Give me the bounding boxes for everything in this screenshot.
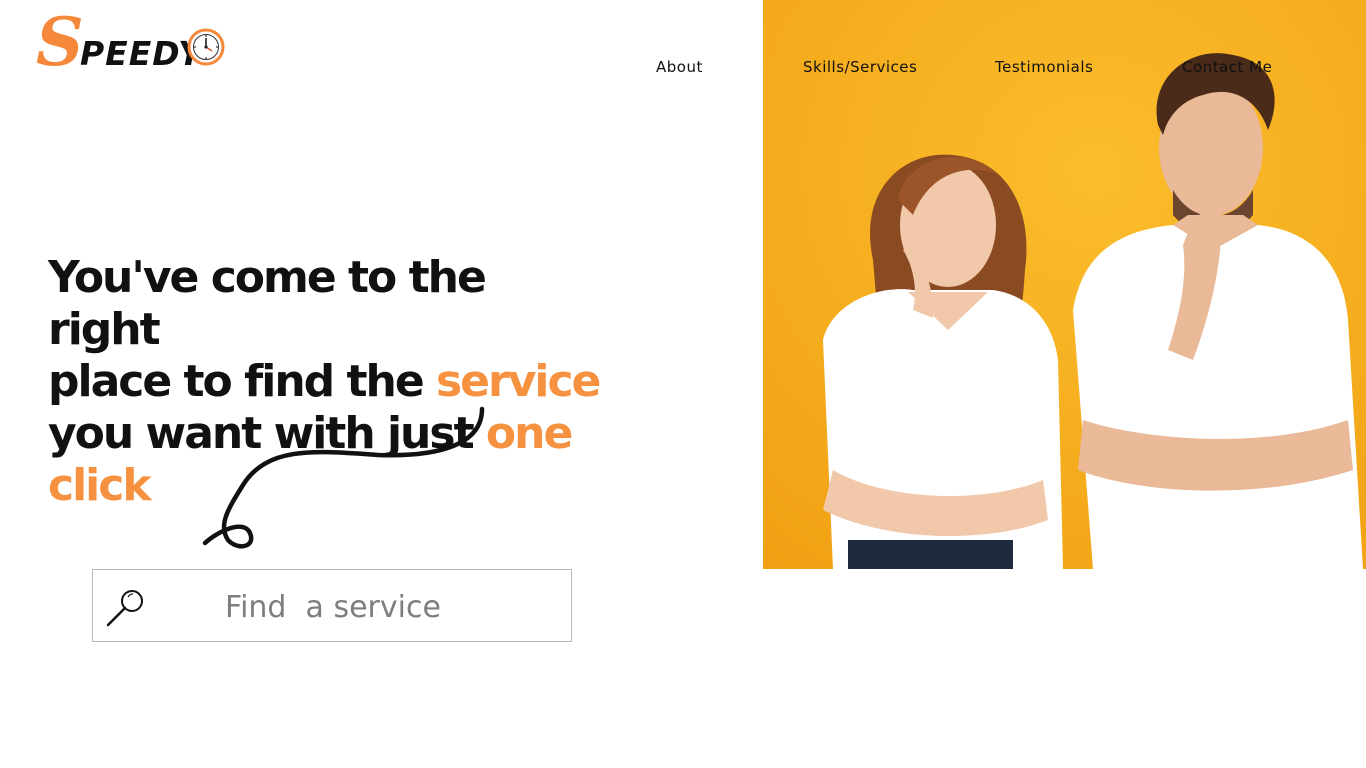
search-input[interactable] bbox=[223, 584, 557, 630]
headline-line-2: place to find the bbox=[48, 356, 436, 407]
nav-contact[interactable]: Contact Me bbox=[1182, 58, 1272, 76]
nav-skills-services[interactable]: Skills/Services bbox=[803, 58, 917, 76]
main-nav: About Skills/Services Testimonials Conta… bbox=[0, 58, 1366, 82]
nav-testimonials[interactable]: Testimonials bbox=[995, 58, 1093, 76]
nav-about[interactable]: About bbox=[656, 58, 703, 76]
headline-accent-service: service bbox=[435, 356, 601, 407]
magnifier-icon bbox=[106, 590, 143, 627]
hero-photo bbox=[763, 0, 1366, 569]
service-search-box[interactable] bbox=[92, 569, 572, 642]
headline-accent-one: one bbox=[485, 408, 573, 459]
headline-accent-click: click bbox=[48, 460, 152, 511]
headline-line-1: You've come to the right bbox=[48, 252, 487, 355]
swoosh-arrow-icon bbox=[202, 406, 485, 549]
